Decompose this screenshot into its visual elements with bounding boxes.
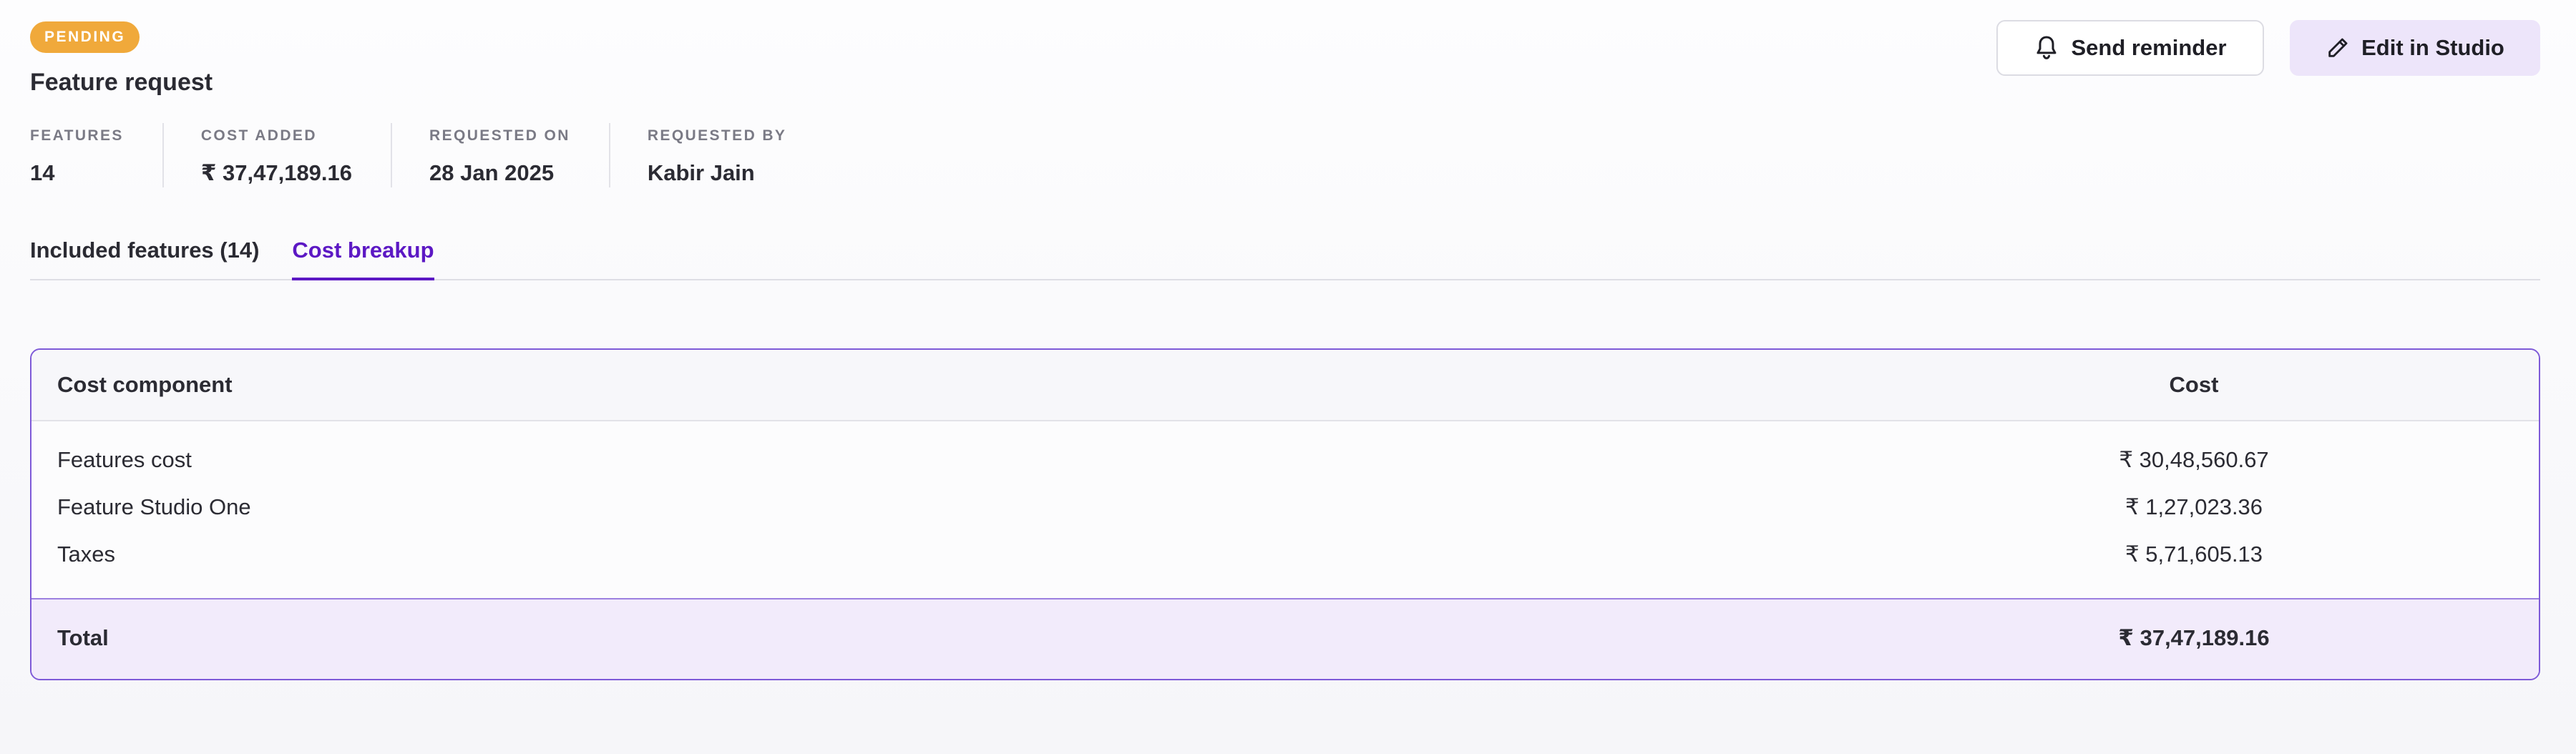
column-header-cost-component: Cost component [57,372,233,397]
feature-request-page: PENDING Feature request Send reminder Ed… [0,0,2576,754]
pencil-icon [2328,38,2348,57]
request-meta: FEATURES 14 COST ADDED ₹ 37,47,189.16 RE… [30,123,862,187]
row-component: Features cost [57,447,192,472]
tab-cost-breakup[interactable]: Cost breakup [292,236,434,280]
meta-features-label: FEATURES [30,127,124,144]
cost-breakup-table: Cost component Cost Features cost ₹ 30,4… [30,348,2540,680]
row-cost: ₹ 5,71,605.13 [2124,542,2263,567]
table-row: Taxes ₹ 5,71,605.13 [31,532,2539,579]
total-cost: ₹ 37,47,189.16 [2118,625,2270,650]
row-component: Taxes [57,542,115,567]
send-reminder-label: Send reminder [2071,35,2227,60]
meta-requested-on-label: REQUESTED ON [429,127,570,144]
table-body: Features cost ₹ 30,48,560.67 Feature Stu… [31,421,2539,598]
header-actions: Send reminder Edit in Studio [1996,20,2540,76]
tab-included-features[interactable]: Included features (14) [30,236,259,280]
edit-in-studio-button[interactable]: Edit in Studio [2290,20,2540,76]
tab-bar: Included features (14) Cost breakup [30,236,2540,280]
meta-features: FEATURES 14 [30,123,164,187]
table-header: Cost component Cost [31,350,2539,421]
send-reminder-button[interactable]: Send reminder [1996,20,2264,76]
total-label: Total [57,625,109,650]
meta-cost-added: COST ADDED ₹ 37,47,189.16 [200,123,393,187]
table-total-row: Total ₹ 37,47,189.16 [31,598,2539,679]
meta-cost-added-label: COST ADDED [200,127,317,144]
row-cost: ₹ 30,48,560.67 [2119,447,2269,472]
meta-requested-by-value: Kabir Jain [647,160,755,185]
status-badge: PENDING [30,21,140,53]
meta-requested-on-value: 28 Jan 2025 [429,160,555,185]
column-header-cost: Cost [2169,372,2219,397]
row-component: Feature Studio One [57,494,251,519]
meta-requested-by: REQUESTED BY Kabir Jain [648,123,826,187]
row-cost: ₹ 1,27,023.36 [2124,494,2263,519]
meta-cost-added-value: ₹ 37,47,189.16 [200,160,353,185]
meta-requested-on: REQUESTED ON 28 Jan 2025 [429,123,610,187]
bell-icon [2036,36,2057,59]
edit-in-studio-label: Edit in Studio [2361,35,2504,60]
meta-features-value: 14 [30,160,55,185]
table-row: Feature Studio One ₹ 1,27,023.36 [31,484,2539,532]
table-row: Features cost ₹ 30,48,560.67 [31,437,2539,484]
meta-requested-by-label: REQUESTED BY [647,127,787,144]
